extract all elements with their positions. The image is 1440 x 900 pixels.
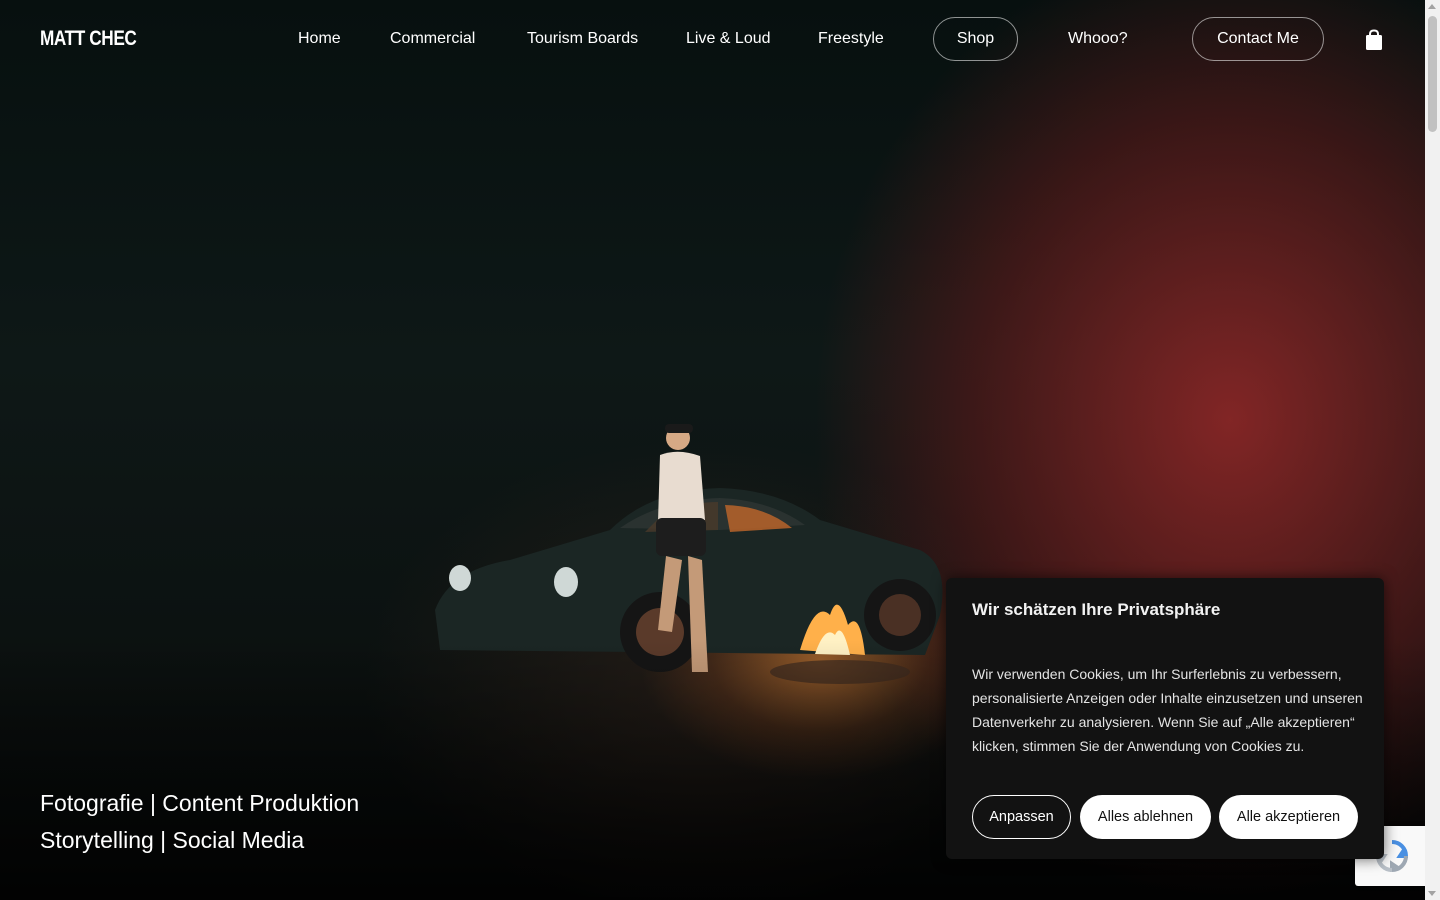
nav-home[interactable]: Home	[298, 30, 341, 48]
cookie-customize-button[interactable]: Anpassen	[972, 795, 1071, 839]
nav-tourism-boards[interactable]: Tourism Boards	[527, 30, 638, 48]
cookie-reject-all-button[interactable]: Alles ablehnen	[1080, 795, 1211, 839]
cookie-title: Wir schätzen Ihre Privatsphäre	[972, 600, 1221, 619]
scroll-up-arrow-icon[interactable]	[1428, 4, 1436, 9]
nav-whooo[interactable]: Whooo?	[1068, 30, 1128, 48]
cookie-accept-all-button[interactable]: Alle akzeptieren	[1219, 795, 1358, 839]
hero-tagline-line1: Fotografie | Content Produktion	[40, 790, 360, 816]
nav-freestyle[interactable]: Freestyle	[818, 30, 884, 48]
nav-shop[interactable]: Shop	[933, 17, 1018, 61]
scroll-thumb[interactable]	[1428, 16, 1437, 132]
shopping-bag-icon[interactable]	[1364, 29, 1384, 51]
scroll-down-arrow-icon[interactable]	[1428, 891, 1436, 896]
nav-contact-me[interactable]: Contact Me	[1192, 17, 1324, 61]
nav-commercial[interactable]: Commercial	[390, 30, 475, 48]
hero-tagline-line2: Storytelling | Social Media	[40, 827, 305, 853]
cookie-description: Wir verwenden Cookies, um Ihr Surferlebn…	[972, 666, 1363, 754]
site-logo[interactable]: MATT CHEC	[40, 27, 137, 51]
cookie-consent-dialog: Wir schätzen Ihre Privatsphäre Wir verwe…	[946, 578, 1384, 859]
nav-live-and-loud[interactable]: Live & Loud	[686, 30, 771, 48]
page-scrollbar[interactable]	[1425, 0, 1440, 900]
site-header: MATT CHEC Home Commercial Tourism Boards…	[0, 0, 1425, 80]
